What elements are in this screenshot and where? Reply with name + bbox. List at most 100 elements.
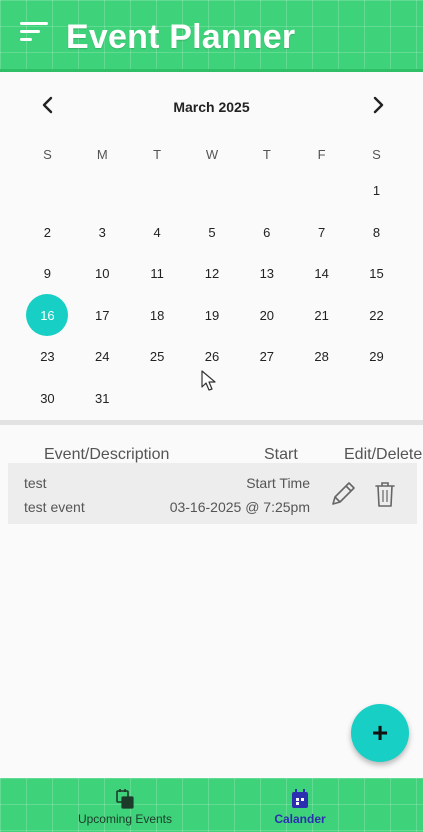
- weekday-label: T: [153, 147, 162, 162]
- calendar-day[interactable]: 1: [349, 170, 404, 212]
- tab-upcoming-events[interactable]: Upcoming Events: [60, 778, 190, 832]
- calendar-day-number: 12: [204, 266, 220, 282]
- calendar-day-number: 6: [263, 224, 271, 240]
- event-start-value: 03-16-2025 @ 7:25pm: [169, 499, 310, 515]
- menu-icon[interactable]: [20, 22, 50, 46]
- weekday-label: M: [96, 147, 108, 162]
- calendar-day-empty: [75, 170, 130, 212]
- calendar-day[interactable]: 15: [349, 253, 404, 295]
- calendar-day-number: 27: [259, 349, 275, 365]
- calendar-day-number: 11: [150, 266, 164, 282]
- calendar-day[interactable]: 20: [239, 295, 294, 337]
- calendar-day[interactable]: 25: [130, 336, 185, 378]
- weekday-label: S: [43, 147, 52, 162]
- calendar-day-number: 24: [95, 349, 110, 365]
- pencil-icon[interactable]: [328, 479, 358, 509]
- calendar-day[interactable]: 2: [20, 212, 75, 254]
- calendar-day-number: 25: [149, 349, 165, 365]
- calendar-day[interactable]: 18: [130, 295, 185, 337]
- app-header: Event Planner: [0, 0, 423, 72]
- add-event-button[interactable]: +: [351, 704, 409, 762]
- calendar-day[interactable]: 19: [185, 295, 240, 337]
- weekday-label: S: [372, 147, 381, 162]
- calendar-day-number: 2: [43, 224, 52, 240]
- weekday-label: W: [205, 147, 219, 162]
- calendar-day-empty: [20, 170, 75, 212]
- calendar-day[interactable]: 21: [294, 295, 349, 337]
- calendar-day-number: 15: [369, 266, 384, 282]
- calendar-day-selected[interactable]: 16: [20, 294, 75, 337]
- calendar-day-number: 1: [372, 183, 381, 199]
- calendar-day[interactable]: 23: [20, 336, 75, 378]
- calendar-day[interactable]: 28: [294, 336, 349, 378]
- calendar-day[interactable]: 30: [20, 378, 75, 420]
- calendar-day[interactable]: 3: [75, 212, 130, 254]
- calendar-day[interactable]: 6: [239, 212, 294, 254]
- chevron-right-icon: [373, 96, 384, 114]
- calendar-day-number: 7: [318, 224, 326, 240]
- calendar-day[interactable]: 11: [130, 253, 185, 295]
- calendar-day-number: 30: [40, 390, 55, 406]
- month-title: March 2025: [173, 99, 250, 115]
- tab-upcoming-events-label: Upcoming Events: [77, 812, 173, 826]
- calendar-day-number: 4: [153, 224, 161, 240]
- calendar-day-number: 13: [259, 266, 275, 282]
- tab-calendar-label: Calander: [274, 812, 326, 826]
- column-header-event: Event/Description: [44, 446, 170, 463]
- calendar-day-number: 3: [98, 224, 106, 240]
- event-name: test: [24, 475, 47, 491]
- calendar-day[interactable]: 5: [185, 212, 240, 254]
- calendar-day-number: 14: [314, 266, 329, 282]
- event-row[interactable]: test test event Start Time 03-16-2025 @ …: [8, 463, 417, 524]
- calendar-day[interactable]: 24: [75, 336, 130, 378]
- calendar-day-number: 28: [314, 349, 329, 365]
- calendar-day-number: 17: [95, 307, 110, 323]
- calendar-day[interactable]: 7: [294, 212, 349, 254]
- next-month-button[interactable]: [366, 93, 390, 117]
- calendar-day-number: 8: [372, 224, 381, 240]
- calendar-day-number: 9: [43, 266, 52, 282]
- tab-calendar[interactable]: Calander: [250, 778, 350, 832]
- calendar-day-number: 29: [369, 349, 384, 365]
- calendar-day[interactable]: 12: [185, 253, 240, 295]
- calendar-day[interactable]: 27: [239, 336, 294, 378]
- app-title: Event Planner: [66, 18, 296, 56]
- calendar-day-number: 19: [204, 307, 220, 323]
- calendar-day-number: 18: [149, 307, 165, 323]
- event-start-label: Start Time: [246, 475, 310, 491]
- calendar-day-number: 16: [26, 294, 69, 337]
- add-icon: +: [371, 717, 389, 748]
- weekday-header: S M T W T F S: [20, 147, 404, 162]
- calendar-day-number: 23: [40, 349, 55, 365]
- calendar-day-number: 10: [95, 266, 110, 282]
- calendar-day-empty: [130, 170, 185, 212]
- mouse-pointer-icon: [201, 370, 216, 391]
- calendar-day[interactable]: 8: [349, 212, 404, 254]
- calendar: March 2025 S M T W T F S 1 2 3 4 5 6 7 8 9 10 11 12…: [0, 75, 423, 420]
- calendar-day[interactable]: 10: [75, 253, 130, 295]
- calendar-day-empty: [239, 170, 294, 212]
- calendar-day[interactable]: 29: [349, 336, 404, 378]
- weekday-label: F: [317, 147, 326, 162]
- column-header-actions: Edit/Delete: [344, 446, 423, 463]
- calendar-day[interactable]: 9: [20, 253, 75, 295]
- calendar-day[interactable]: 13: [239, 253, 294, 295]
- calendar-day-number: 21: [314, 307, 329, 323]
- bottom-navigation: Upcoming Events Calander: [0, 778, 423, 832]
- calendar-day[interactable]: 31: [75, 378, 130, 420]
- calendar-day[interactable]: 17: [75, 295, 130, 337]
- calendar-day-empty: [185, 170, 240, 212]
- column-header-start: Start: [264, 446, 298, 463]
- weekday-label: T: [262, 147, 271, 162]
- calendar-icon: [292, 789, 308, 808]
- app-root: Event Planner March 2025 S M T W T F S 1…: [0, 0, 423, 832]
- calendar-day-empty: [294, 170, 349, 212]
- calendar-day-number: 22: [369, 307, 384, 323]
- calendar-day-number: 31: [95, 390, 110, 406]
- calendar-day-number: 20: [259, 307, 275, 323]
- calendar-day[interactable]: 14: [294, 253, 349, 295]
- calendar-day[interactable]: 4: [130, 212, 185, 254]
- calendar-day[interactable]: 22: [349, 295, 404, 337]
- event-description: test event: [24, 499, 85, 515]
- trash-icon[interactable]: [374, 480, 396, 508]
